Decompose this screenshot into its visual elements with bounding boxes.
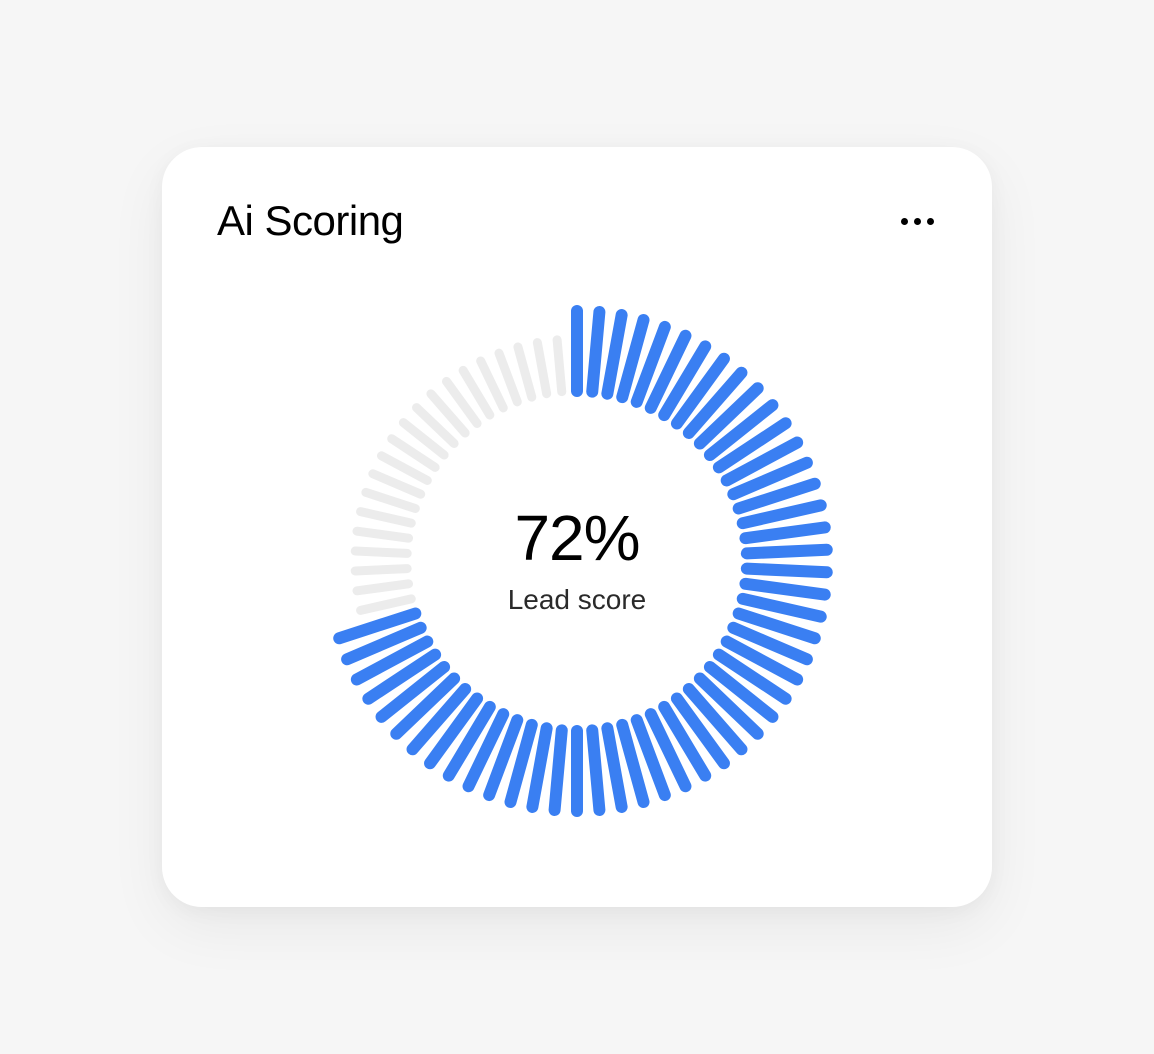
card-header: Ai Scoring xyxy=(217,197,937,245)
more-options-button[interactable] xyxy=(897,201,937,241)
card-title: Ai Scoring xyxy=(217,197,403,245)
lead-score-gauge: 72% Lead score xyxy=(317,301,837,821)
gauge-value: 72% xyxy=(514,506,639,570)
gauge-center: 72% Lead score xyxy=(317,301,837,821)
ai-scoring-card: Ai Scoring 72% Lead score xyxy=(162,147,992,907)
gauge-container: 72% Lead score xyxy=(217,265,937,857)
more-icon xyxy=(901,218,934,225)
gauge-label: Lead score xyxy=(508,584,647,616)
